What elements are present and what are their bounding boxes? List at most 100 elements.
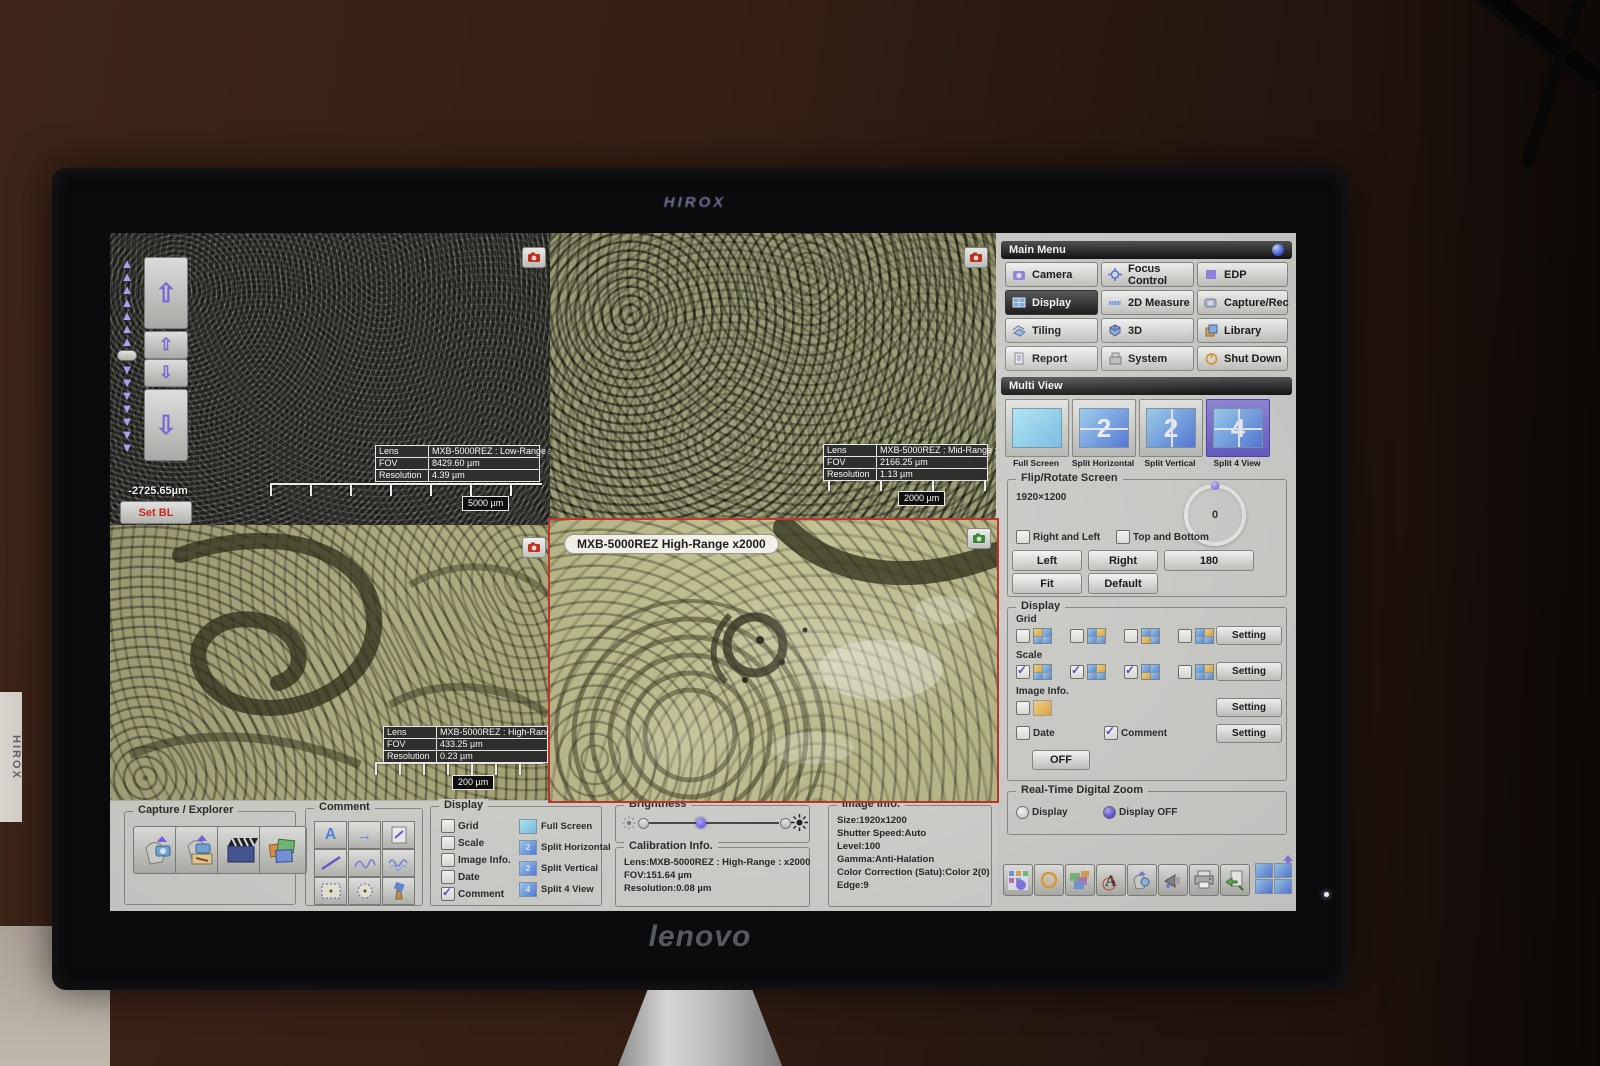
scale-option-4[interactable] [1178, 664, 1214, 680]
comment-freehand-button[interactable] [348, 849, 381, 877]
grid-checkbox-4[interactable] [1178, 629, 1192, 643]
capture-camera-button[interactable] [964, 247, 988, 268]
split-vertical-tile[interactable]: 2 [1139, 399, 1203, 457]
rotate-180-button[interactable]: 180 [1164, 550, 1254, 571]
grid-option-3[interactable] [1124, 628, 1160, 644]
scale-checkbox-4[interactable] [1178, 665, 1192, 679]
record-movie-button[interactable] [217, 826, 265, 874]
comment-text-button[interactable]: A [314, 821, 347, 849]
z-axis-slider[interactable]: ▲▲▲▲▲▲▲ ▼▼▼▼▼▼▼ [116, 257, 138, 454]
stage-down-button[interactable]: ⇩ [144, 359, 188, 387]
comment-setting-button[interactable]: Setting [1216, 724, 1282, 743]
top-and-bottom-checkbox[interactable] [1116, 530, 1130, 544]
grid-checkbox-2[interactable] [1070, 629, 1084, 643]
image-info-checkbox[interactable] [1016, 701, 1030, 715]
display-radio[interactable] [1016, 806, 1029, 819]
comment-checkbox[interactable] [1104, 726, 1118, 740]
viewport-x2000-selected[interactable]: MXB-5000REZ High-Range x2000 [548, 518, 999, 803]
comment-option[interactable]: Comment [1104, 726, 1167, 740]
dial-knob[interactable] [1211, 481, 1220, 490]
scale-checkbox-1[interactable] [1016, 665, 1030, 679]
viewport-low-range[interactable]: ▲▲▲▲▲▲▲ ▼▼▼▼▼▼▼ ⇧ ⇧ ⇩ ⇩ -2725.65µm Set B… [110, 233, 550, 525]
digital-zoom-display-off-option[interactable]: Display OFF [1103, 806, 1177, 819]
scale-checkbox-2[interactable] [1070, 665, 1084, 679]
gallery-button[interactable] [1065, 864, 1095, 896]
thumbnail-grid-button[interactable] [1003, 864, 1033, 896]
menu-display-button-active[interactable]: Display [1005, 290, 1098, 315]
scale-check-row[interactable]: Scale [441, 836, 484, 850]
lamp-button[interactable] [1034, 864, 1064, 896]
grid-setting-button[interactable]: Setting [1216, 626, 1282, 645]
menu-2d-measure-button[interactable]: 2D Measure [1101, 290, 1194, 315]
text-annotation-button[interactable]: A [1096, 864, 1126, 896]
scale-option-1[interactable] [1016, 664, 1052, 680]
set-bl-button[interactable]: Set BL [120, 501, 192, 524]
split-horizontal-tile[interactable]: 2 [1072, 399, 1136, 457]
comment-check-row[interactable]: Comment [441, 887, 504, 901]
split-4-view-tile-selected[interactable]: 4 [1206, 399, 1270, 457]
viewport-mid-range[interactable]: LensMXB-5000REZ : Mid-Range : x140 FOV21… [550, 233, 996, 525]
brightness-increase-button[interactable] [780, 818, 791, 829]
fit-button[interactable]: Fit [1012, 573, 1082, 594]
split-horizontal-view-button[interactable]: 2 [519, 840, 537, 855]
comment-checkbox[interactable] [441, 887, 455, 901]
menu-tiling-button[interactable]: Tiling [1005, 318, 1098, 343]
grid-checkbox-3[interactable] [1124, 629, 1138, 643]
z-slider-thumb[interactable] [117, 350, 137, 361]
menu-camera-button[interactable]: Camera [1005, 262, 1098, 287]
split-vertical-view-button[interactable]: 2 [519, 861, 537, 876]
grid-checkbox-1[interactable] [1016, 629, 1030, 643]
brightness-decrease-button[interactable] [638, 818, 649, 829]
stage-up-fast-button[interactable]: ⇧ [144, 257, 188, 329]
digital-zoom-display-option[interactable]: Display [1016, 806, 1068, 819]
grid-option-4[interactable] [1178, 628, 1214, 644]
image-info-setting-button[interactable]: Setting [1216, 698, 1282, 717]
full-screen-tile[interactable] [1005, 399, 1069, 457]
right-and-left-checkbox[interactable] [1016, 530, 1030, 544]
rotate-left-button[interactable]: Left [1012, 550, 1082, 571]
right-left-check-row[interactable]: Right and Left [1016, 530, 1100, 544]
comment-line-button[interactable] [314, 849, 347, 877]
announce-button[interactable] [1158, 864, 1188, 896]
image-info-option[interactable] [1016, 700, 1052, 716]
menu-focus-control-button[interactable]: Focus Control [1101, 262, 1194, 287]
date-checkbox[interactable] [1016, 726, 1030, 740]
comment-eraser-button[interactable] [382, 877, 415, 905]
grid-checkbox[interactable] [441, 819, 455, 833]
split-4-view-button[interactable]: 4 [519, 882, 537, 897]
grid-check-row[interactable]: Grid [441, 819, 479, 833]
menu-library-button[interactable]: Library [1197, 318, 1288, 343]
comment-note-button[interactable] [382, 821, 415, 849]
menu-shut-down-button[interactable]: Shut Down [1197, 346, 1288, 371]
default-button[interactable]: Default [1088, 573, 1158, 594]
capture-camera-button[interactable] [522, 537, 546, 558]
menu-system-button[interactable]: System [1101, 346, 1194, 371]
menu-3d-button[interactable]: 3D [1101, 318, 1194, 343]
rotate-right-button[interactable]: Right [1088, 550, 1158, 571]
menu-capture-rec-button[interactable]: Capture/Rec [1197, 290, 1288, 315]
menu-edp-button[interactable]: EDP [1197, 262, 1288, 287]
image-info-checkbox[interactable] [441, 853, 455, 867]
info-sphere-icon[interactable] [1272, 244, 1284, 256]
scale-checkbox[interactable] [441, 836, 455, 850]
comment-circle-button[interactable] [348, 877, 381, 905]
date-checkbox[interactable] [441, 870, 455, 884]
brightness-track[interactable] [649, 822, 779, 824]
grid-option-2[interactable] [1070, 628, 1106, 644]
hand-capture-button[interactable] [1127, 864, 1157, 896]
capture-camera-button[interactable] [522, 247, 546, 268]
menu-report-button[interactable]: Report [1005, 346, 1098, 371]
capture-save-button[interactable] [175, 826, 223, 874]
comment-wave-button[interactable] [382, 849, 415, 877]
display-off-radio-selected[interactable] [1103, 806, 1116, 819]
grid-option-1[interactable] [1016, 628, 1052, 644]
full-screen-view-button[interactable] [519, 819, 537, 834]
scale-option-3[interactable] [1124, 664, 1160, 680]
preset-tile[interactable] [1255, 879, 1273, 894]
print-button[interactable] [1189, 864, 1219, 896]
stage-down-fast-button[interactable]: ⇩ [144, 389, 188, 461]
scale-setting-button[interactable]: Setting [1216, 662, 1282, 681]
capture-image-button[interactable] [133, 826, 181, 874]
scale-option-2[interactable] [1070, 664, 1106, 680]
date-check-row[interactable]: Date [441, 870, 480, 884]
